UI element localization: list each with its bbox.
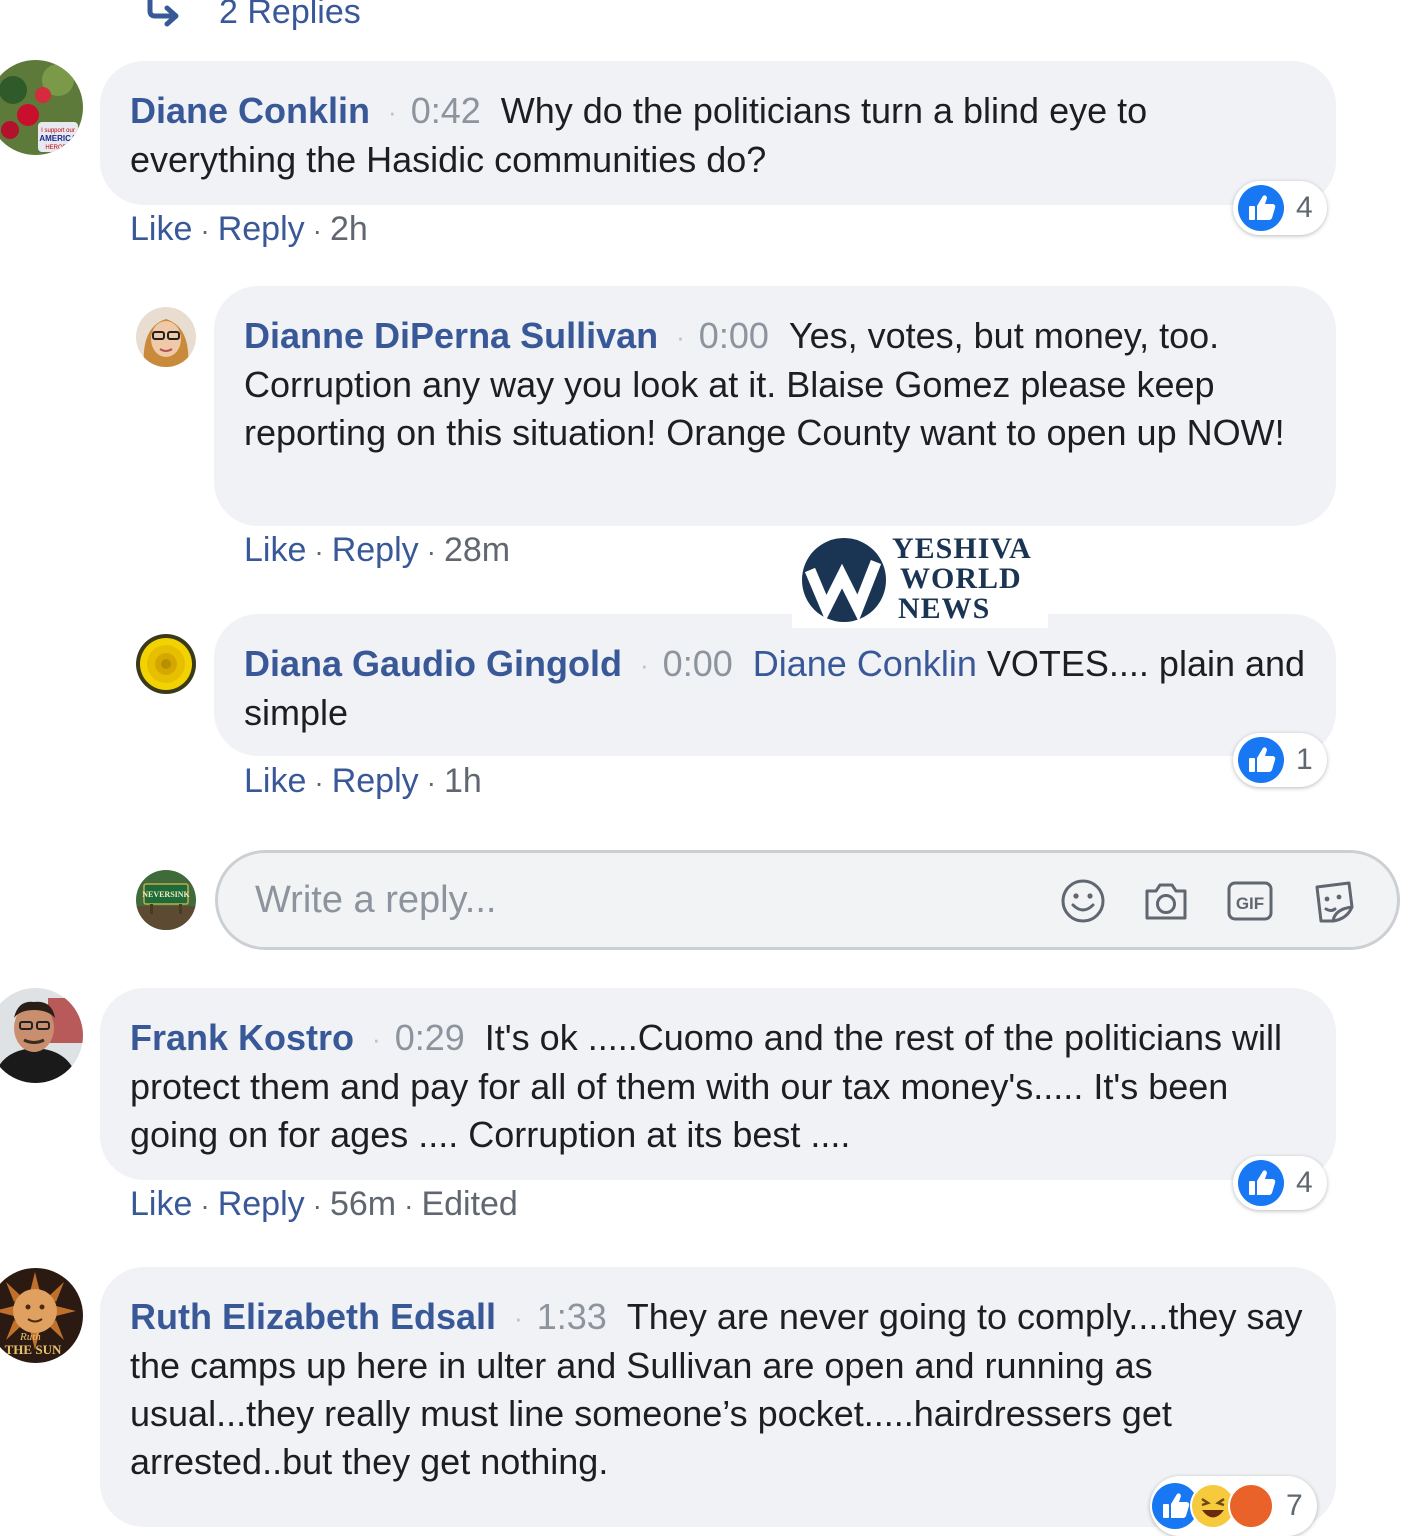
- svg-text:THE SUN: THE SUN: [5, 1342, 62, 1357]
- like-thumb-icon: [1238, 1160, 1284, 1206]
- comment-author[interactable]: Dianne DiPerna Sullivan: [244, 315, 658, 356]
- avatar[interactable]: [0, 988, 83, 1083]
- comment-actions: Like · Reply · 2h: [130, 210, 368, 248]
- view-replies-link[interactable]: 2 Replies: [145, 0, 361, 32]
- reaction-summary[interactable]: 1: [1233, 733, 1327, 787]
- mention-link[interactable]: Diane Conklin: [753, 643, 977, 684]
- reaction-count: 7: [1286, 1489, 1303, 1522]
- camera-icon[interactable]: [1142, 877, 1190, 925]
- voice-duration[interactable]: 1:33: [537, 1296, 607, 1337]
- yeshiva-world-news-watermark: YESHIVA WORLD NEWS: [792, 530, 1048, 628]
- like-action[interactable]: Like: [244, 762, 306, 800]
- comment-bubble: Diana Gaudio Gingold · 0:00 Diane Conklin V…: [214, 614, 1336, 756]
- watermark-line2: WORLD: [900, 562, 1022, 595]
- like-thumb-icon: [1238, 185, 1284, 231]
- avatar[interactable]: Ruth THE SUN: [0, 1268, 83, 1363]
- comment-author[interactable]: Frank Kostro: [130, 1017, 354, 1058]
- emoji-icon[interactable]: [1059, 877, 1107, 925]
- svg-text:GIF: GIF: [1236, 894, 1264, 913]
- avatar[interactable]: I support our AMERICA HEROES: [0, 60, 83, 155]
- my-avatar[interactable]: NEVERSINK: [136, 870, 196, 930]
- comment-time[interactable]: 28m: [444, 531, 510, 569]
- like-action[interactable]: Like: [130, 1185, 192, 1223]
- comment-bubble: Frank Kostro · 0:29 It's ok .....Cuomo and …: [100, 988, 1336, 1180]
- separator-dot: ·: [372, 1024, 381, 1054]
- like-thumb-icon: [1238, 737, 1284, 783]
- edited-label[interactable]: Edited: [421, 1185, 517, 1223]
- comment-time[interactable]: 1h: [444, 762, 482, 800]
- reaction-summary[interactable]: 7: [1150, 1476, 1317, 1536]
- comment-time[interactable]: 56m: [330, 1185, 396, 1223]
- comment-actions: Like · Reply · 1h: [244, 762, 482, 800]
- reaction-count: 4: [1296, 191, 1313, 224]
- reply-action[interactable]: Reply: [218, 210, 305, 248]
- avatar[interactable]: [136, 634, 196, 694]
- reply-input[interactable]: Write a reply... GIF: [215, 850, 1400, 950]
- gif-icon[interactable]: GIF: [1226, 877, 1274, 925]
- comment-time[interactable]: 2h: [330, 210, 368, 248]
- comment-author[interactable]: Diana Gaudio Gingold: [244, 643, 622, 684]
- reaction-summary[interactable]: 4: [1233, 1156, 1327, 1210]
- reply-action[interactable]: Reply: [218, 1185, 305, 1223]
- avatar[interactable]: [136, 307, 196, 367]
- comment-bubble: Dianne DiPerna Sullivan · 0:00 Yes, votes, …: [214, 286, 1336, 526]
- watermark-line1: YESHIVA: [892, 532, 1032, 565]
- reply-placeholder: Write a reply...: [255, 879, 497, 921]
- svg-text:HEROES: HEROES: [45, 145, 70, 151]
- watermark-line3: NEWS: [898, 592, 991, 625]
- reaction-count: 4: [1296, 1166, 1313, 1199]
- separator-dot: ·: [640, 650, 649, 680]
- voice-duration[interactable]: 0:29: [395, 1017, 465, 1058]
- separator-dot: ·: [388, 97, 397, 127]
- comment-bubble: Diane Conklin · 0:42 Why do the politicians…: [100, 61, 1336, 205]
- reaction-count: 1: [1296, 743, 1313, 776]
- voice-duration[interactable]: 0:42: [411, 90, 481, 131]
- separator-dot: ·: [514, 1303, 523, 1333]
- reply-action[interactable]: Reply: [332, 762, 419, 800]
- sticker-icon[interactable]: [1309, 877, 1357, 925]
- comment-actions: Like · Reply · 56m · Edited: [130, 1185, 518, 1223]
- ywn-logo-icon: [802, 538, 886, 622]
- voice-duration[interactable]: 0:00: [699, 315, 769, 356]
- svg-text:AMERICA: AMERICA: [39, 134, 77, 143]
- reply-action[interactable]: Reply: [332, 531, 419, 569]
- reply-arrow-icon: [147, 0, 179, 27]
- comment-bubble: Ruth Elizabeth Edsall · 1:33 They are never…: [100, 1267, 1336, 1527]
- angry-icon: [1228, 1483, 1274, 1529]
- svg-text:NEVERSINK: NEVERSINK: [142, 890, 190, 899]
- voice-duration[interactable]: 0:00: [663, 643, 733, 684]
- comment-author[interactable]: Diane Conklin: [130, 90, 370, 131]
- comment-author[interactable]: Ruth Elizabeth Edsall: [130, 1296, 496, 1337]
- separator-dot: ·: [676, 322, 685, 352]
- replies-label: 2 Replies: [219, 0, 361, 31]
- like-action[interactable]: Like: [130, 210, 192, 248]
- reaction-summary[interactable]: 4: [1233, 181, 1327, 235]
- like-action[interactable]: Like: [244, 531, 306, 569]
- comment-actions: Like · Reply · 28m: [244, 531, 511, 569]
